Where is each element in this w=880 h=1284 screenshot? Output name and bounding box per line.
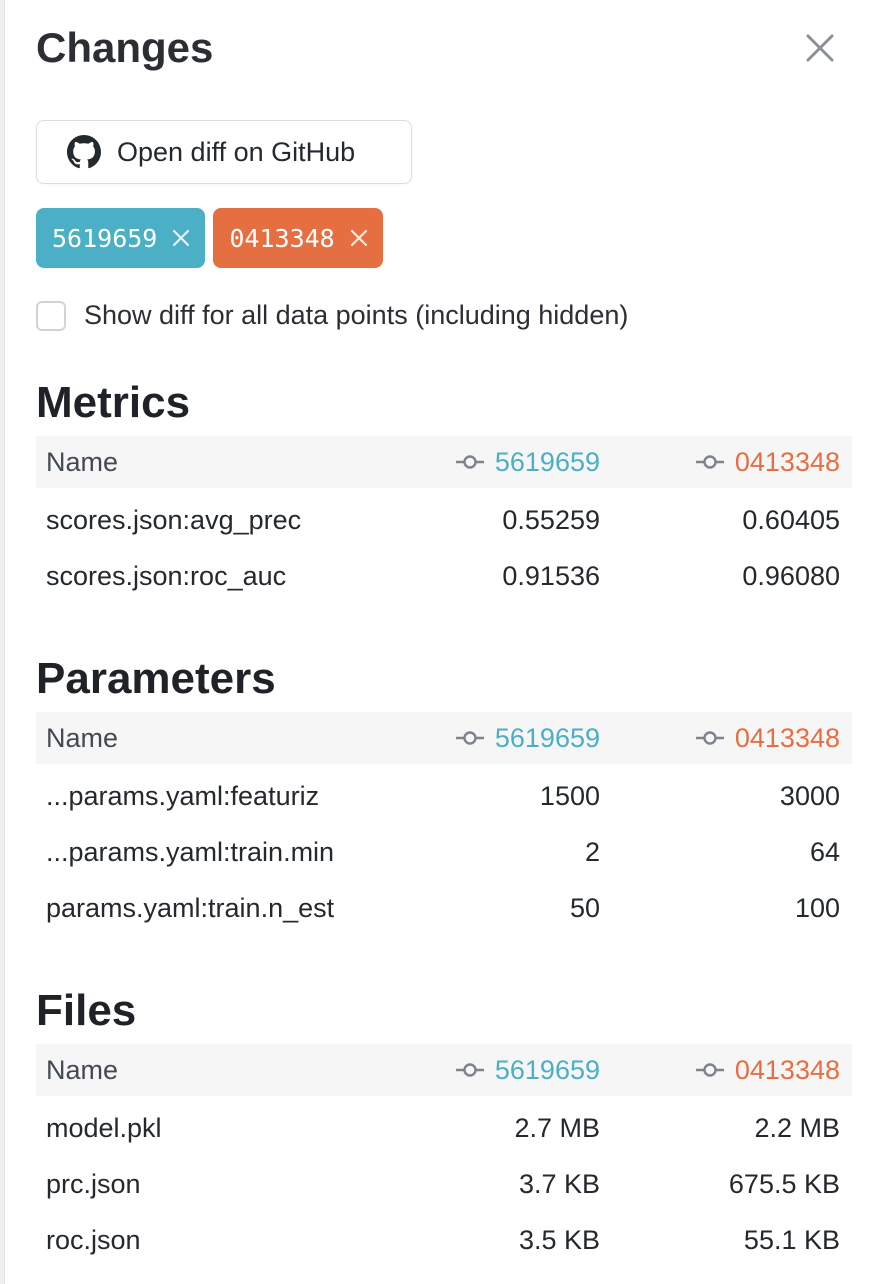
column-commit-b: 0413348 [600, 1055, 840, 1086]
table-row: params.yaml:train.n_est 50 100 [36, 880, 852, 936]
chip-label: 5619659 [52, 223, 158, 253]
commit-chip-5619659: 5619659 [36, 208, 206, 268]
row-name: model.pkl [46, 1112, 162, 1143]
open-diff-github-button[interactable]: Open diff on GitHub [36, 120, 412, 184]
row-value-b: 675.5 KB [728, 1168, 840, 1199]
row-value-b: 0.96080 [742, 560, 840, 591]
row-value-b: 100 [794, 892, 840, 923]
row-name: ...params.yaml:featuriz [46, 780, 320, 811]
column-commit-a: 5619659 [436, 723, 600, 754]
column-commit-a: 5619659 [436, 1055, 600, 1086]
row-name: scores.json:roc_auc [46, 560, 287, 591]
row-value-b: 0.60405 [742, 504, 840, 535]
commit-icon [695, 730, 725, 746]
row-value-a: 0.55259 [502, 504, 600, 535]
close-button[interactable] [800, 28, 840, 68]
commit-icon [455, 730, 485, 746]
row-value-a: 0.91536 [502, 560, 600, 591]
parameters-title: Parameters [36, 654, 276, 703]
show-all-datapoints-row: Show diff for all data points (including… [36, 300, 628, 331]
column-commit-b: 0413348 [600, 723, 840, 754]
table-row: ...params.yaml:featuriz 1500 3000 [36, 768, 852, 824]
commit-a-label: 5619659 [494, 1054, 600, 1085]
table-row: ...params.yaml:train.min 2 64 [36, 824, 852, 880]
selected-commits: 5619659 0413348 [36, 208, 383, 268]
chip-label: 0413348 [229, 223, 335, 253]
table-row: scores.json:roc_auc 0.91536 0.96080 [36, 548, 852, 604]
column-name-header: Name [46, 1054, 119, 1085]
commit-a-label: 5619659 [494, 446, 600, 477]
background-page-edge [0, 0, 5, 1284]
files-table: Name 5619659 0413348 model.pkl 2.7 MB 2.… [36, 1044, 852, 1268]
commit-chip-0413348: 0413348 [213, 208, 383, 268]
commit-icon [695, 1062, 725, 1078]
commit-b-label: 0413348 [734, 446, 840, 477]
table-header: Name 5619659 0413348 [36, 436, 852, 488]
commit-b-label: 0413348 [734, 722, 840, 753]
row-name: prc.json [46, 1168, 141, 1199]
column-name-header: Name [46, 722, 119, 753]
table-header: Name 5619659 0413348 [36, 712, 852, 764]
column-name-header: Name [46, 446, 119, 477]
row-value-b: 2.2 MB [754, 1112, 840, 1143]
commit-a-label: 5619659 [494, 722, 600, 753]
table-row: model.pkl 2.7 MB 2.2 MB [36, 1100, 852, 1156]
row-name: roc.json [46, 1224, 141, 1255]
commit-icon [695, 454, 725, 470]
remove-icon[interactable] [349, 228, 369, 248]
table-row: prc.json 3.7 KB 675.5 KB [36, 1156, 852, 1212]
row-value-a: 2.7 MB [514, 1112, 600, 1143]
row-value-a: 3.5 KB [518, 1224, 600, 1255]
table-header: Name 5619659 0413348 [36, 1044, 852, 1096]
panel-title: Changes [36, 24, 214, 71]
files-title: Files [36, 986, 137, 1035]
row-value-a: 50 [569, 892, 600, 923]
row-name: ...params.yaml:train.min [46, 836, 335, 867]
open-diff-github-label: Open diff on GitHub [117, 136, 356, 167]
metrics-table: Name 5619659 0413348 scores.json:avg_pre… [36, 436, 852, 604]
row-value-b: 3000 [779, 780, 840, 811]
column-commit-a: 5619659 [436, 447, 600, 478]
close-icon [805, 33, 835, 63]
metrics-title: Metrics [36, 378, 191, 427]
commit-icon [455, 454, 485, 470]
show-all-checkbox[interactable] [36, 300, 66, 331]
remove-icon[interactable] [171, 228, 191, 248]
row-value-b: 55.1 KB [743, 1224, 840, 1255]
github-icon [67, 135, 101, 169]
commit-icon [455, 1062, 485, 1078]
commit-b-label: 0413348 [734, 1054, 840, 1085]
row-value-a: 2 [584, 836, 600, 867]
show-all-label: Show diff for all data points (including… [84, 300, 629, 330]
parameters-table: Name 5619659 0413348 ...params.yaml:feat… [36, 712, 852, 936]
row-value-b: 64 [809, 836, 840, 867]
row-value-a: 3.7 KB [518, 1168, 600, 1199]
column-commit-b: 0413348 [600, 447, 840, 478]
table-row: scores.json:avg_prec 0.55259 0.60405 [36, 492, 852, 548]
row-name: params.yaml:train.n_est [46, 892, 335, 923]
table-row: roc.json 3.5 KB 55.1 KB [36, 1212, 852, 1268]
row-name: scores.json:avg_prec [46, 504, 302, 535]
row-value-a: 1500 [539, 780, 600, 811]
